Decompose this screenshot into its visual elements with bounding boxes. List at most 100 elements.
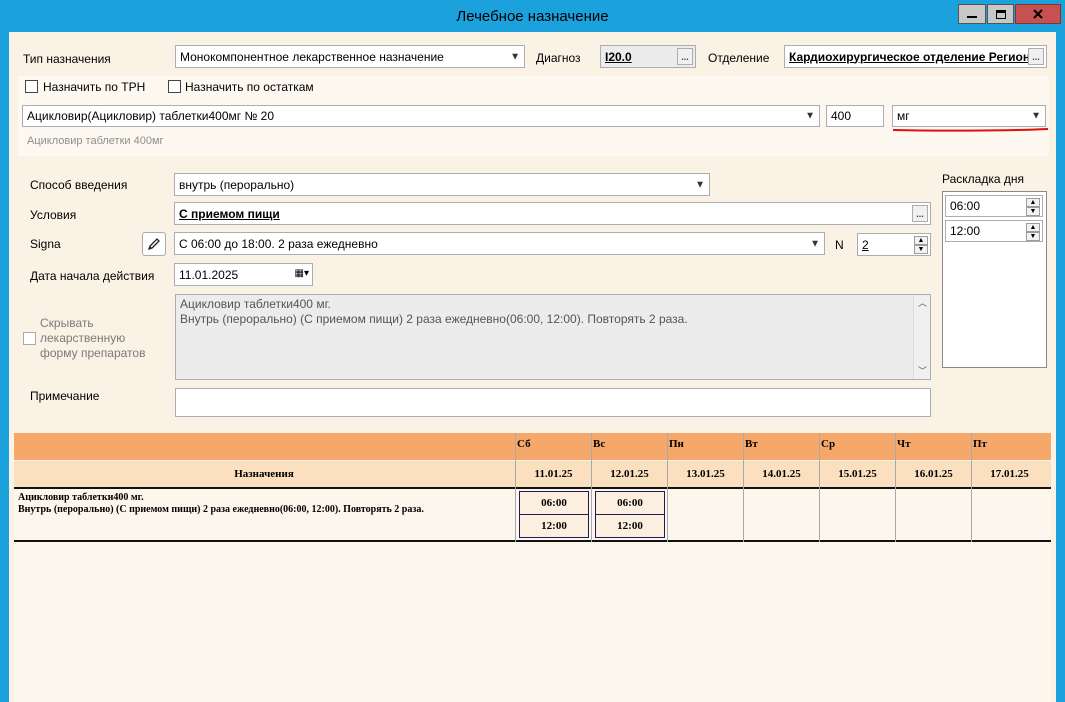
n-label: N: [835, 238, 844, 252]
chevron-down-icon: ▼: [695, 179, 705, 190]
raskladka-time-2[interactable]: 12:00 ▲ ▼: [945, 220, 1043, 242]
day-dow-5: Ср: [821, 438, 836, 450]
spin-down-icon[interactable]: ▼: [914, 245, 928, 254]
assign-trn-label: Назначить по ТРН: [43, 80, 146, 94]
assign-remains-label: Назначить по остаткам: [185, 80, 314, 94]
scroll-up-icon[interactable]: ︿: [914, 295, 931, 311]
raskladka-time-1-spin: ▲ ▼: [1026, 198, 1040, 216]
grid-row-line2: Внутрь (перорально) (С приемом пищи) 2 р…: [18, 504, 424, 515]
conditions-ellipsis-button[interactable]: ...: [912, 205, 928, 222]
hide-form-label: Скрывать лекарственную форму препаратов: [40, 316, 146, 360]
col-line: [743, 433, 744, 542]
route-select[interactable]: внутрь (перорально) ▼: [174, 173, 710, 196]
summary-line2: Внутрь (перорально) (С приемом пищи) 2 р…: [180, 312, 688, 326]
day-date-4: 14.01.25: [762, 468, 801, 480]
department-value: Кардиохирургическое отделение Регион: [789, 49, 1031, 64]
chevron-down-icon: ▼: [805, 110, 815, 122]
annotation-underline: [893, 128, 1049, 132]
spin-up-icon[interactable]: ▲: [1026, 198, 1040, 207]
n-stepper[interactable]: 2 ▲ ▼: [857, 233, 931, 256]
type-select-value: Монокомпонентное лекарственное назначени…: [180, 49, 444, 64]
start-date-value: 11.01.2025: [179, 267, 239, 282]
title-bar: Лечебное назначение: [0, 0, 1065, 32]
hide-form-checkbox[interactable]: [23, 332, 36, 345]
day-dow-4: Вт: [745, 438, 758, 450]
start-date-picker[interactable]: 11.01.2025 ▦▾: [174, 263, 313, 286]
dose-cell-day1-1[interactable]: 06:00: [519, 491, 589, 515]
raskladka-time-2-value: 12:00: [950, 224, 981, 238]
diagnosis-ellipsis-button[interactable]: ...: [677, 48, 693, 65]
col-line: [819, 433, 820, 542]
summary-textarea[interactable]: Ацикловир таблетки400 мг. Внутрь (перора…: [175, 294, 931, 380]
summary-line1: Ацикловир таблетки400 мг.: [180, 297, 331, 311]
day-date-7: 17.01.25: [990, 468, 1029, 480]
col-line: [591, 433, 592, 542]
conditions-field[interactable]: С приемом пищи ...: [174, 202, 931, 225]
raskladka-panel: 06:00 ▲ ▼ 12:00 ▲ ▼: [942, 191, 1047, 368]
start-date-label: Дата начала действия: [30, 269, 155, 283]
spin-up-icon[interactable]: ▲: [914, 236, 928, 245]
summary-scrollbar[interactable]: ︿ ﹀: [913, 295, 930, 379]
day-dow-6: Чт: [897, 438, 911, 450]
department-label: Отделение: [708, 51, 770, 65]
day-date-5: 15.01.25: [838, 468, 877, 480]
raskladka-time-2-spin: ▲ ▼: [1026, 223, 1040, 241]
spin-down-icon[interactable]: ▼: [1026, 207, 1040, 216]
chevron-down-icon: ▼: [510, 51, 520, 62]
route-select-value: внутрь (перорально): [179, 177, 295, 192]
minimize-button[interactable]: [958, 4, 986, 24]
day-date-1: 11.01.25: [534, 468, 573, 480]
maximize-button[interactable]: [987, 4, 1014, 24]
n-value: 2: [862, 237, 869, 252]
day-dow-2: Вс: [593, 438, 606, 450]
day-date-3: 13.01.25: [686, 468, 725, 480]
window: Лечебное назначение Тип назначения Монок…: [0, 0, 1065, 702]
window-title: Лечебное назначение: [456, 8, 609, 25]
route-label: Способ введения: [30, 178, 128, 192]
close-icon: [1033, 9, 1043, 19]
diagnosis-label: Диагноз: [536, 51, 581, 65]
scroll-down-icon[interactable]: ﹀: [914, 363, 931, 379]
col-line: [515, 433, 516, 542]
assign-remains-checkbox[interactable]: [168, 80, 181, 93]
day-date-2: 12.01.25: [610, 468, 649, 480]
day-dow-3: Пн: [669, 438, 684, 450]
diagnosis-field[interactable]: I20.0 ...: [600, 45, 696, 68]
drug-select[interactable]: Ацикловир(Ацикловир) таблетки400мг № 20 …: [22, 105, 820, 127]
assign-trn-checkbox[interactable]: [25, 80, 38, 93]
unit-select-value: мг: [897, 109, 910, 123]
col-line: [667, 433, 668, 542]
spin-down-icon[interactable]: ▼: [1026, 232, 1040, 241]
conditions-value: С приемом пищи: [179, 206, 280, 221]
calendar-icon[interactable]: ▦▾: [295, 268, 309, 279]
conditions-label: Условия: [30, 208, 77, 222]
department-field[interactable]: Кардиохирургическое отделение Регион ...: [784, 45, 1047, 68]
dose-cell-day1-2[interactable]: 12:00: [519, 514, 589, 538]
raskladka-label: Раскладка дня: [942, 172, 1024, 186]
raskladka-time-1[interactable]: 06:00 ▲ ▼: [945, 195, 1043, 217]
unit-select[interactable]: мг ▼: [892, 105, 1046, 127]
dose-cell-day2-1[interactable]: 06:00: [595, 491, 665, 515]
grid-row-line1: Ацикловир таблетки400 мг.: [18, 492, 144, 503]
dose-cell-day2-2[interactable]: 12:00: [595, 514, 665, 538]
department-ellipsis-button[interactable]: ...: [1028, 48, 1044, 65]
type-label: Тип назначения: [23, 52, 111, 66]
signa-label: Signa: [30, 237, 61, 251]
note-input[interactable]: [175, 388, 931, 417]
type-select[interactable]: Монокомпонентное лекарственное назначени…: [175, 45, 525, 68]
minimize-icon: [967, 16, 977, 18]
maximize-icon: [995, 9, 1006, 19]
drug-select-value: Ацикловир(Ацикловир) таблетки400мг № 20: [27, 109, 275, 123]
diagnosis-value: I20.0: [605, 49, 632, 64]
dose-input[interactable]: 400: [826, 105, 884, 127]
signa-edit-button[interactable]: [142, 232, 166, 256]
signa-select[interactable]: С 06:00 до 18:00. 2 раза ежедневно ▼: [174, 232, 825, 255]
chevron-down-icon: ▼: [1031, 110, 1041, 122]
signa-select-value: С 06:00 до 18:00. 2 раза ежедневно: [179, 236, 378, 251]
spin-up-icon[interactable]: ▲: [1026, 223, 1040, 232]
drug-hint: Ацикловир таблетки 400мг: [27, 135, 164, 147]
pencil-icon: [147, 238, 160, 251]
day-dow-1: Сб: [517, 438, 531, 450]
col-line: [895, 433, 896, 542]
close-button[interactable]: [1015, 4, 1061, 24]
